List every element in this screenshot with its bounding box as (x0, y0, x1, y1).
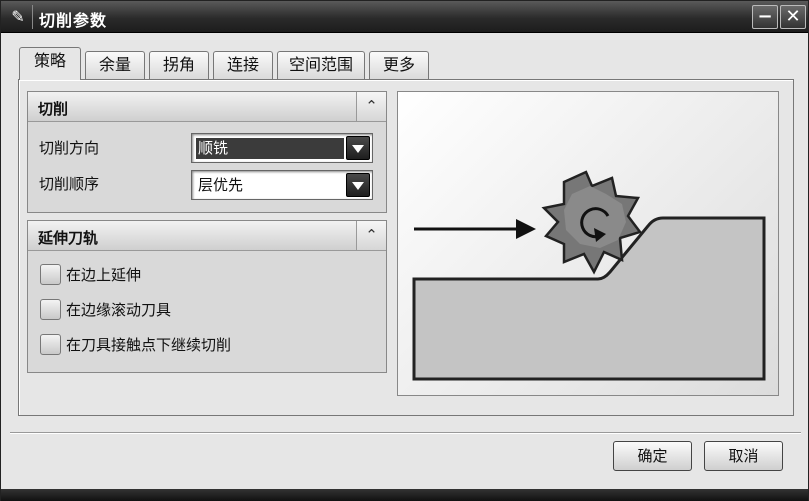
cut-direction-value: 顺铣 (196, 138, 344, 159)
button-separator (10, 432, 801, 434)
title-divider (32, 5, 33, 29)
tab-more[interactable]: 更多 (369, 51, 429, 79)
pencil-icon: ✎ (11, 7, 25, 26)
tab-stock[interactable]: 余量 (85, 51, 145, 79)
tab-strategy[interactable]: 策略 (19, 47, 81, 80)
continue-cut-below-contact-checkbox[interactable] (40, 334, 61, 355)
title-bar[interactable]: ✎ 切削参数 − ✕ (1, 1, 808, 33)
cut-direction-label: 切削方向 (39, 139, 100, 157)
ok-button[interactable]: 确定 (613, 441, 692, 471)
cut-group: 切削 ⌃ 切削方向 顺铣 切削顺序 层优先 (27, 91, 387, 213)
cut-order-select[interactable]: 层优先 (191, 170, 373, 200)
window-title: 切削参数 (39, 11, 108, 30)
chevron-up-icon[interactable]: ⌃ (356, 221, 386, 250)
milling-diagram (412, 170, 766, 381)
minimize-icon[interactable]: − (752, 5, 778, 29)
cut-group-header[interactable]: 切削 ⌃ (28, 92, 386, 122)
window-bottom-bar (1, 489, 808, 501)
continue-cut-below-contact-label: 在刀具接触点下继续切削 (66, 336, 232, 354)
cut-direction-select[interactable]: 顺铣 (191, 133, 373, 163)
extend-at-edges-checkbox[interactable] (40, 264, 61, 285)
cancel-button[interactable]: 取消 (704, 441, 783, 471)
tab-connections[interactable]: 连接 (213, 51, 273, 79)
dialog-window: ✎ 切削参数 − ✕ 策略 余量 拐角 连接 空间范围 更多 切削 ⌃ 切削方向… (0, 0, 809, 501)
extend-path-group: 延伸刀轨 ⌃ 在边上延伸 在边缘滚动刀具 在刀具接触点下继续切削 (27, 220, 387, 373)
climb-cut-illustration (397, 91, 779, 396)
roll-tool-over-edges-label: 在边缘滚动刀具 (66, 301, 172, 319)
cut-order-value: 层优先 (198, 176, 244, 194)
tab-containment[interactable]: 空间范围 (277, 51, 365, 79)
close-icon[interactable]: ✕ (780, 5, 806, 29)
cut-group-title: 切削 (38, 100, 69, 118)
extend-path-group-title: 延伸刀轨 (38, 229, 99, 247)
extend-at-edges-label: 在边上延伸 (66, 266, 142, 284)
roll-tool-over-edges-checkbox[interactable] (40, 299, 61, 320)
extend-path-group-header[interactable]: 延伸刀轨 ⌃ (28, 221, 386, 251)
dropdown-arrow-icon[interactable] (346, 136, 370, 160)
cut-order-label: 切削顺序 (39, 175, 100, 193)
arrow-head-icon (516, 219, 536, 239)
dropdown-arrow-icon[interactable] (346, 173, 370, 197)
chevron-up-icon[interactable]: ⌃ (356, 92, 386, 121)
tab-corners[interactable]: 拐角 (149, 51, 209, 79)
